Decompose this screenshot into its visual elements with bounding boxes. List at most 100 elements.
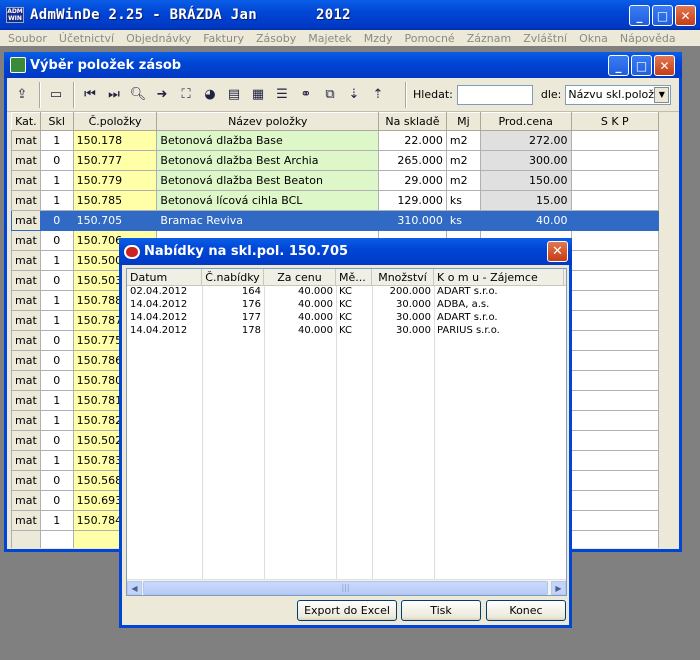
copy-button[interactable]: ⧉ bbox=[319, 84, 341, 106]
offer-cell: ADART s.r.o. bbox=[437, 312, 498, 323]
scroll-left-icon[interactable]: ◀ bbox=[127, 581, 142, 595]
cell-skl: 0 bbox=[39, 270, 74, 291]
menu-item[interactable]: Objednávky bbox=[126, 32, 191, 45]
cell-kat: mat bbox=[11, 370, 41, 391]
next-button[interactable]: ➜ bbox=[151, 84, 173, 106]
chart-button[interactable]: ◕ bbox=[199, 84, 221, 106]
find-button[interactable]: 🔍︎ bbox=[127, 84, 149, 106]
chevron-down-icon[interactable]: ▼ bbox=[654, 86, 670, 103]
offers-list[interactable]: Datum Č.nabídky Za cenu Mě... Množství K o m … bbox=[126, 268, 567, 596]
horizontal-scrollbar[interactable]: ◀ ||| ▶ bbox=[127, 579, 566, 595]
menu-item[interactable]: Záznam bbox=[467, 32, 511, 45]
cell-cena: 15.00 bbox=[479, 190, 572, 211]
cell-kat: mat bbox=[11, 330, 41, 351]
search-label: Hledat: bbox=[413, 88, 453, 101]
menu-item[interactable]: Zvláštní bbox=[523, 32, 567, 45]
column-header[interactable]: Na skladě bbox=[378, 112, 447, 131]
maximize-icon: □ bbox=[656, 8, 669, 23]
open-button[interactable]: ▭ bbox=[45, 84, 67, 106]
cell-skl: 0 bbox=[39, 330, 74, 351]
offer-row[interactable]: 14.04.2012 177 40.000 KČ 30.000 ADART s.r.o. bbox=[127, 312, 566, 325]
cell-nazev: Betonová dlažba Base bbox=[156, 130, 380, 151]
menu-item[interactable]: Majetek bbox=[308, 32, 352, 45]
first-record-button[interactable]: ⏮ bbox=[79, 84, 101, 106]
maximize-button[interactable]: □ bbox=[652, 5, 673, 26]
select-frame-button[interactable]: ⛶ bbox=[175, 84, 197, 106]
add-item-button[interactable]: ⇪ bbox=[11, 84, 33, 106]
binoculars-icon: ⚭ bbox=[300, 87, 312, 102]
sort-asc-icon: ⇣ bbox=[348, 87, 360, 102]
column-header[interactable]: Prod.cena bbox=[479, 112, 572, 131]
offers-column-header[interactable]: Množství bbox=[372, 269, 434, 285]
child-maximize-button[interactable]: □ bbox=[631, 55, 652, 76]
column-header[interactable]: Kat. bbox=[11, 112, 41, 131]
dialog-close-button[interactable]: ✕ bbox=[547, 241, 568, 262]
child-close-button[interactable]: ✕ bbox=[654, 55, 675, 76]
table-row[interactable]: mat 1 150.779 Betonová dlažba Best Beaton 29… bbox=[11, 170, 659, 191]
cell-skl: 1 bbox=[39, 130, 74, 151]
offers-column-header[interactable]: Datum bbox=[127, 269, 202, 285]
sort-desc-button[interactable]: ⇡ bbox=[367, 84, 389, 106]
end-button[interactable]: Konec bbox=[486, 600, 566, 621]
minimize-button[interactable]: _ bbox=[629, 5, 650, 26]
last-record-icon: ⏭ bbox=[108, 87, 120, 102]
cell-skl: 1 bbox=[39, 290, 74, 311]
last-record-button[interactable]: ⏭ bbox=[103, 84, 125, 106]
menu-item[interactable]: Zásoby bbox=[256, 32, 296, 45]
search-by-select[interactable]: Názvu skl.položky ▼ bbox=[565, 84, 672, 105]
menu-item[interactable]: Soubor bbox=[8, 32, 47, 45]
menu-item[interactable]: Okna bbox=[579, 32, 608, 45]
table-button[interactable]: ▦ bbox=[247, 84, 269, 106]
child-minimize-button[interactable]: _ bbox=[608, 55, 629, 76]
offer-cell: ADBA, a.s. bbox=[437, 299, 490, 310]
offer-row[interactable]: 14.04.2012 178 40.000 KČ 30.000 PARIUS s.r.o. bbox=[127, 325, 566, 338]
column-header[interactable]: Mj bbox=[445, 112, 481, 131]
cell-skp bbox=[570, 310, 659, 331]
print-button[interactable]: Tisk bbox=[401, 600, 481, 621]
column-header[interactable]: Název položky bbox=[156, 112, 380, 131]
sort-asc-button[interactable]: ⇣ bbox=[343, 84, 365, 106]
cell-skl: 0 bbox=[39, 370, 74, 391]
cell-kat: mat bbox=[11, 210, 41, 231]
offers-column-header[interactable]: Mě... bbox=[336, 269, 372, 285]
menu-item[interactable]: Účetnictví bbox=[59, 32, 114, 45]
binoculars-button[interactable]: ⚭ bbox=[295, 84, 317, 106]
menu-item[interactable]: Mzdy bbox=[364, 32, 393, 45]
cell-kat: mat bbox=[11, 230, 41, 251]
cell-skp bbox=[570, 330, 659, 351]
cell-skp bbox=[570, 370, 659, 391]
table-row[interactable]: mat 1 150.785 Betonová lícová cihla BCL 129.… bbox=[11, 190, 659, 211]
item-selection-title: Výběr položek zásob bbox=[30, 57, 182, 73]
table-row[interactable]: mat 1 150.178 Betonová dlažba Base 22.000 m2 2… bbox=[11, 130, 659, 151]
add-item-icon: ⇪ bbox=[16, 87, 28, 102]
column-header[interactable]: Č.položky bbox=[72, 112, 158, 131]
offer-cell: KČ bbox=[339, 286, 352, 297]
search-input[interactable] bbox=[456, 84, 533, 105]
export-excel-button[interactable]: Export do Excel bbox=[297, 600, 397, 621]
cell-skp bbox=[570, 390, 659, 411]
cell-skp bbox=[570, 270, 659, 291]
list-button[interactable]: ☰ bbox=[271, 84, 293, 106]
menu-item[interactable]: Faktury bbox=[203, 32, 244, 45]
table-row[interactable]: mat 0 150.705 Bramac Reviva 310.000 ks 40.00 bbox=[11, 210, 659, 231]
offers-column-header[interactable]: K o m u - Zájemce bbox=[434, 269, 564, 285]
offer-row[interactable]: 14.04.2012 176 40.000 KČ 30.000 ADBA, a.s. bbox=[127, 299, 566, 312]
offers-column-header[interactable]: Č.nabídky bbox=[202, 269, 264, 285]
report-button[interactable]: ▤ bbox=[223, 84, 245, 106]
offers-column-header[interactable]: Za cenu bbox=[264, 269, 336, 285]
offer-cell: 40.000 bbox=[298, 312, 333, 323]
cell-kat: mat bbox=[11, 350, 41, 371]
column-header[interactable]: Skl bbox=[39, 112, 74, 131]
offer-row[interactable]: 02.04.2012 164 40.000 KČ 200.000 ADART s.r.o. bbox=[127, 286, 566, 299]
cell-skl: 0 bbox=[39, 210, 74, 231]
close-button[interactable]: ✕ bbox=[675, 5, 696, 26]
cell-mj: m2 bbox=[445, 130, 481, 151]
menu-item[interactable]: Pomocné bbox=[405, 32, 455, 45]
offers-dialog-titlebar: Nabídky na skl.pol. 150.705 ✕ bbox=[119, 238, 572, 265]
table-row[interactable]: mat 0 150.777 Betonová dlažba Best Archia 26… bbox=[11, 150, 659, 171]
menu-item[interactable]: Nápověda bbox=[620, 32, 676, 45]
cell-cena: 300.00 bbox=[479, 150, 572, 171]
scroll-thumb[interactable]: ||| bbox=[143, 581, 548, 595]
scroll-right-icon[interactable]: ▶ bbox=[551, 581, 566, 595]
column-header[interactable]: S K P bbox=[570, 112, 659, 131]
